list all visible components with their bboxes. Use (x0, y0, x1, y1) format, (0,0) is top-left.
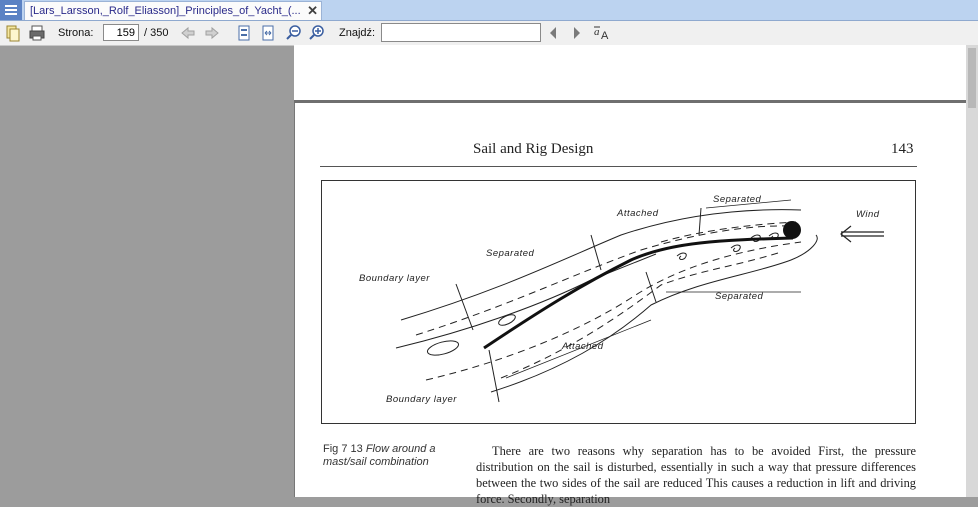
zoom-out-icon[interactable] (285, 21, 303, 45)
svg-text:a: a (594, 26, 600, 38)
running-head: Sail and Rig Design (473, 141, 594, 157)
figure-caption: Fig 7 13 Flow around a mast/sail combina… (323, 443, 463, 469)
open-file-icon[interactable] (4, 21, 22, 45)
match-case-icon[interactable]: a A (592, 21, 612, 45)
eddy-4 (730, 244, 741, 252)
label-wind: Wind (856, 209, 880, 220)
body-text: There are two reasons why separation has… (476, 443, 916, 507)
streamline-lower-1 (425, 241, 802, 381)
forward-icon[interactable] (204, 21, 220, 45)
wind-arrow (840, 225, 884, 243)
zoom-in-icon[interactable] (308, 21, 326, 45)
label-separated-right: Separated (715, 291, 764, 302)
header-rule (320, 166, 917, 167)
caption-number: Fig 7 13 (323, 443, 363, 455)
toolbar: Strona: / 350 Znajdź: a A (0, 21, 978, 46)
document-tab[interactable]: [Lars_Larsson,_Rolf_Eliasson]_Principles… (24, 1, 322, 20)
printed-page-number: 143 (891, 141, 914, 157)
mast (783, 221, 801, 239)
close-tab-icon[interactable]: ✕ (307, 3, 318, 19)
marker-attached-end (698, 207, 702, 236)
page-label: Strona: (58, 27, 94, 39)
page-total: / 350 (144, 27, 169, 39)
print-icon[interactable] (28, 21, 46, 45)
marker-attached-start (590, 234, 602, 271)
eddy-1 (426, 340, 460, 356)
menu-icon[interactable] (0, 0, 22, 20)
tab-bar: [Lars_Larsson,_Rolf_Eliasson]_Principles… (0, 0, 978, 21)
label-separated-left: Separated (486, 248, 535, 259)
figure-frame: Wind Separated Attached Separated Bounda… (321, 180, 916, 424)
streamline-lower-2 (490, 234, 818, 393)
marker-boundary-top (455, 283, 474, 331)
svg-text:A: A (601, 30, 609, 42)
label-boundary-layer-bottom: Boundary layer (386, 394, 457, 405)
fit-width-icon[interactable] (260, 21, 276, 45)
scrollbar-thumb[interactable] (968, 48, 976, 108)
find-prev-icon[interactable] (546, 21, 560, 45)
fit-page-icon[interactable] (236, 21, 252, 45)
marker-separated-right (645, 271, 657, 303)
find-next-icon[interactable] (570, 21, 584, 45)
vertical-scrollbar[interactable] (966, 45, 978, 497)
label-attached-top: Attached (617, 208, 659, 219)
back-icon[interactable] (180, 21, 196, 45)
label-separated-top: Separated (713, 194, 762, 205)
page-number-input[interactable] (103, 24, 139, 41)
eddy-3 (676, 252, 687, 260)
label-boundary-layer-top: Boundary layer (359, 273, 430, 284)
streamline-lower-3 (500, 251, 782, 379)
label-attached-bottom: Attached (562, 341, 604, 352)
tab-title: [Lars_Larsson,_Rolf_Eliasson]_Principles… (30, 5, 300, 17)
marker-boundary-bottom (488, 349, 500, 403)
find-input[interactable] (381, 23, 541, 42)
previous-page (294, 45, 966, 103)
find-label: Znajdź: (339, 27, 376, 39)
paragraph: There are two reasons why separation has… (476, 444, 916, 506)
